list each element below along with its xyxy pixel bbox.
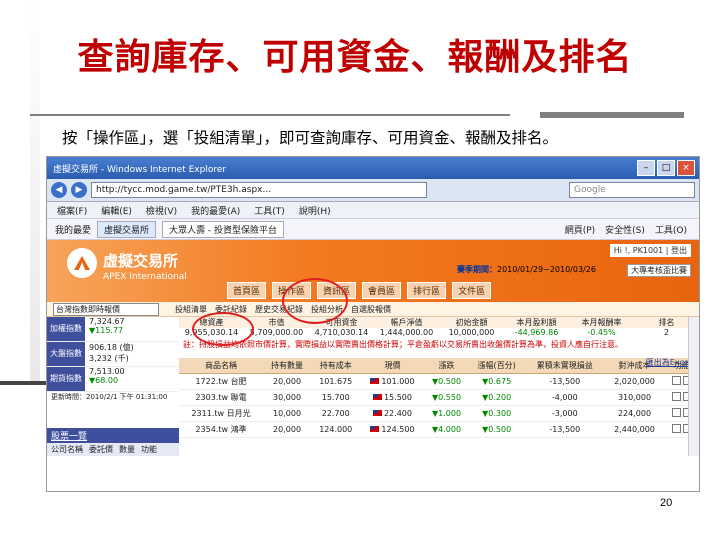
tools-menu[interactable]: 工具(O) xyxy=(655,223,687,236)
table-row[interactable]: 2354.tw 鴻準 20,000 124.000 124.500 ▼4.000 ▼0.5… xyxy=(179,421,699,438)
safety-menu[interactable]: 安全性(S) xyxy=(605,223,645,236)
summary-header: 總資產 市值 可用資金 帳戶淨值 初始金額 本月盈利額 本月報酬率 排名 xyxy=(179,317,699,328)
nav-home[interactable]: 首頁區 xyxy=(227,282,267,299)
tw-flag-icon xyxy=(370,426,380,432)
back-icon[interactable]: ◀ xyxy=(51,182,67,198)
index-row: 期貨指數 7,513.00 ▼68.00 xyxy=(47,367,179,392)
buy-icon[interactable] xyxy=(671,408,681,417)
portfolio-main: 總資產 市值 可用資金 帳戶淨值 初始金額 本月盈利額 本月報酬率 排名 9,955,030.… xyxy=(179,317,699,456)
url-field[interactable]: http://tycc.mod.game.tw/PTE3h.aspx... xyxy=(91,182,427,198)
nav-docs[interactable]: 文件區 xyxy=(452,282,492,299)
buy-icon[interactable] xyxy=(671,376,681,385)
disclaimer-note: 註：持股損益均依照市價計算，實際損益以實際賣出價格計算；平倉盈虧以交易所賣出收盤… xyxy=(183,340,623,349)
maximize-button[interactable]: □ xyxy=(657,160,675,176)
holdings-table: 商品名稱 持有數量 持有成本 現價 漲跌 漲幅(百分) 累積未實現損益 對沖成本 功能 1722… xyxy=(179,358,699,438)
slide-title: 查詢庫存、可用資金、報酬及排名 xyxy=(77,36,633,78)
index-row: 加權指數 7,324.67 ▼115.77 xyxy=(47,317,179,342)
menu-edit[interactable]: 編輯(E) xyxy=(101,204,132,217)
browser-screenshot: 虛擬交易所 - Windows Internet Explorer – □ × ◀ … xyxy=(46,156,700,492)
table-row[interactable]: 2303.tw 聯電 30,000 15.700 15.500 ▼0.550 ▼0.200… xyxy=(179,389,699,406)
index-select[interactable]: 台灣指數即時報價 xyxy=(53,302,159,316)
tw-flag-icon xyxy=(372,410,382,416)
apex-logo-icon xyxy=(67,248,97,278)
nav-member[interactable]: 會員區 xyxy=(362,282,402,299)
summary-values: 9,955,030.14 5,709,000.00 4,710,030.14 1,44… xyxy=(184,328,670,337)
site-brand: 虛擬交易所 xyxy=(103,252,179,270)
user-info[interactable]: Hi !, PK1001 | 登出 xyxy=(609,244,691,257)
title-divider-accent xyxy=(540,112,684,118)
address-bar: ◀ ▶ http://tycc.mod.game.tw/PTE3h.aspx..… xyxy=(47,179,699,202)
title-divider xyxy=(30,114,510,116)
table-row[interactable]: 2311.tw 日月光 10,000 22.700 22.400 ▼1.000 ▼0.30… xyxy=(179,405,699,422)
window-title: 虛擬交易所 - Windows Internet Explorer xyxy=(53,164,227,175)
subtab-portfolio[interactable]: 投組清單 xyxy=(175,304,207,315)
search-input[interactable]: Google xyxy=(569,182,695,198)
highlight-oval-portfolio xyxy=(192,312,254,346)
menu-file[interactable]: 檔案(F) xyxy=(57,204,87,217)
highlight-oval-operate xyxy=(282,278,348,324)
slide-left-bar xyxy=(0,0,46,385)
menu-help[interactable]: 說明(H) xyxy=(299,204,331,217)
season-period: 賽季期間：2010/01/29~2010/03/26 xyxy=(457,265,596,274)
menu-bar: 檔案(F) 編輯(E) 檢視(V) 我的最愛(A) 工具(T) 說明(H) xyxy=(47,202,699,219)
window-titlebar: 虛擬交易所 - Windows Internet Explorer – □ × xyxy=(47,157,699,179)
buy-icon[interactable] xyxy=(671,424,681,433)
table-row[interactable]: 1722.tw 台肥 20,000 101.675 101.000 ▼0.500 ▼0.6… xyxy=(179,373,699,390)
sub-toolbar: 台灣指數即時報價 投組清單 委託紀錄 歷史交易紀錄 投組分析 自選股報價 xyxy=(47,302,699,317)
site-brand-sub: APEX International xyxy=(103,272,187,282)
index-row: 大盤指數 906.18 (億) 3,232 (千) xyxy=(47,342,179,367)
site-banner: 虛擬交易所 APEX International Hi !, PK1001 | … xyxy=(47,240,699,302)
menu-favorites[interactable]: 我的最愛(A) xyxy=(191,204,240,217)
nav-ranking[interactable]: 排行區 xyxy=(407,282,447,299)
browser-tab[interactable]: 大眾人壽 - 投資型保險平台 xyxy=(162,220,285,238)
update-time: 更新時間：2010/2/1 下午 01:31:00 xyxy=(51,393,168,401)
menu-tools[interactable]: 工具(T) xyxy=(254,204,285,217)
buy-icon[interactable] xyxy=(671,392,681,401)
tw-flag-icon xyxy=(372,394,382,400)
close-button[interactable]: × xyxy=(677,160,695,176)
watch-title[interactable]: 股票一覽 xyxy=(47,428,179,443)
holdings-header: 商品名稱 持有數量 持有成本 現價 漲跌 漲幅(百分) 累積未實現損益 對沖成本 功能 xyxy=(179,358,699,374)
page-number: 20 xyxy=(660,497,673,509)
scrollbar[interactable] xyxy=(688,317,699,456)
favorites-button[interactable]: 我的最愛 xyxy=(55,223,91,236)
slide-instruction: 按「操作區」，選「投組清單」，即可查詢庫存、可用資金、報酬及排名。 xyxy=(62,129,559,147)
index-panel: 加權指數 7,324.67 ▼115.77 大盤指數 906.18 (億) 3,23… xyxy=(47,317,179,456)
export-excel-link[interactable]: 匯出為Excel xyxy=(646,357,691,368)
site-nav: 首頁區 操作區 資訊區 會員區 排行區 文件區 xyxy=(227,282,492,299)
menu-view[interactable]: 檢視(V) xyxy=(146,204,177,217)
page-menu[interactable]: 網頁(P) xyxy=(565,223,595,236)
tw-flag-icon xyxy=(370,378,380,384)
browser-tab-active[interactable]: 虛擬交易所 xyxy=(97,220,157,238)
forward-icon[interactable]: ▶ xyxy=(71,182,87,198)
subtab-watchlist[interactable]: 自選股報價 xyxy=(351,304,391,315)
competition-select[interactable]: 大專考核盃比賽 xyxy=(627,264,691,277)
minimize-button[interactable]: – xyxy=(637,160,655,176)
favorites-bar: 我的最愛 虛擬交易所 大眾人壽 - 投資型保險平台 網頁(P) 安全性(S) 工… xyxy=(47,219,699,240)
watch-section: 股票一覽 公司名稱 委託價 數量 功能 xyxy=(47,428,179,456)
